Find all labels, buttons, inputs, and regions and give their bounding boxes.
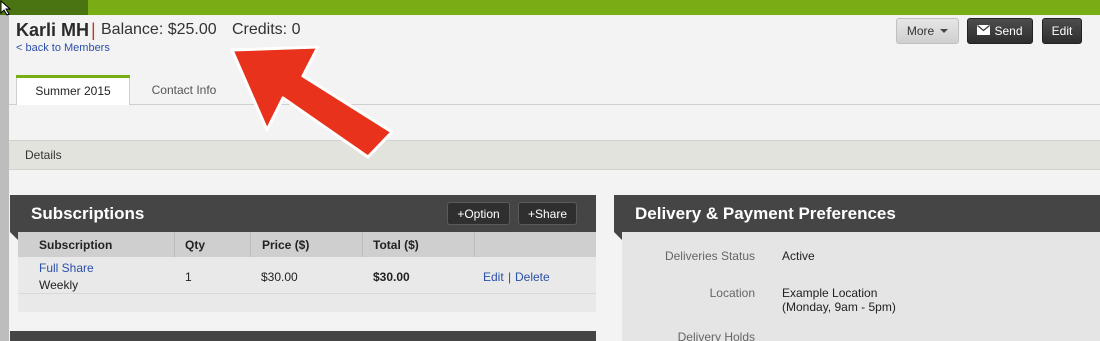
title-separator: | — [91, 20, 96, 40]
add-option-button[interactable]: +Option — [447, 202, 510, 225]
deliveries-status-label: Deliveries Status — [664, 249, 755, 263]
column-header-subscription: Subscription — [39, 238, 113, 252]
subscription-total: $30.00 — [373, 270, 410, 284]
top-nav-bar — [0, 0, 1100, 15]
subscriptions-panel-fold — [10, 232, 18, 240]
table-header-row: Subscription Qty Price ($) Total ($) — [18, 232, 596, 257]
subscription-name-link[interactable]: Full Share — [39, 261, 94, 275]
location-hours: (Monday, 9am - 5pm) — [782, 300, 896, 314]
column-divider — [474, 232, 475, 257]
back-to-members-link[interactable]: < back to Members — [16, 42, 110, 54]
column-header-qty: Qty — [185, 238, 206, 252]
subscription-price: $30.00 — [261, 270, 298, 284]
tab-contact-info[interactable]: Contact Info — [130, 75, 238, 105]
envelope-icon — [977, 24, 991, 38]
edit-subscription-link[interactable]: Edit — [483, 270, 504, 284]
action-separator: | — [508, 270, 512, 284]
more-button-label: More — [906, 24, 935, 38]
send-button[interactable]: Send — [967, 18, 1033, 44]
subscription-frequency: Weekly — [39, 278, 79, 292]
send-button-label: Send — [994, 24, 1023, 38]
column-divider — [250, 232, 251, 257]
cursor-icon — [0, 0, 12, 16]
next-panel-header — [10, 331, 596, 341]
column-divider — [362, 232, 363, 257]
caret-down-icon — [940, 29, 949, 33]
details-label: Details — [25, 148, 62, 162]
column-header-price: Price ($) — [262, 238, 310, 252]
delivery-panel-fold — [614, 232, 622, 240]
column-header-total: Total ($) — [373, 238, 419, 252]
subscription-qty: 1 — [185, 270, 192, 284]
left-edge-strip — [0, 0, 9, 341]
delete-subscription-link[interactable]: Delete — [515, 270, 550, 284]
row-divider — [18, 293, 596, 294]
edit-member-button[interactable]: Edit — [1042, 18, 1082, 44]
location-label: Location — [709, 286, 755, 300]
location-link[interactable]: Example Location — [782, 286, 877, 300]
member-name: Karli MH — [16, 20, 90, 40]
tab-summer-2015[interactable]: Summer 2015 — [16, 75, 130, 105]
delivery-title: Delivery & Payment Preferences — [635, 203, 896, 223]
subscriptions-table: Subscription Qty Price ($) Total ($) Ful… — [18, 232, 596, 312]
delivery-panel-header: Delivery & Payment Preferences — [614, 195, 1100, 232]
delivery-holds-label: Delivery Holds — [677, 330, 755, 341]
add-share-button[interactable]: +Share — [518, 202, 577, 225]
more-button[interactable]: More — [896, 18, 959, 44]
subscriptions-title: Subscriptions — [31, 203, 145, 223]
column-divider — [174, 232, 175, 257]
credits-text: Credits: 0 — [232, 21, 301, 38]
delivery-details: Deliveries Status Active Location Exampl… — [622, 232, 1100, 341]
balance-text: Balance: $25.00 — [101, 21, 217, 38]
details-section-header: Details — [9, 140, 1100, 170]
deliveries-status-value: Active — [782, 249, 815, 263]
